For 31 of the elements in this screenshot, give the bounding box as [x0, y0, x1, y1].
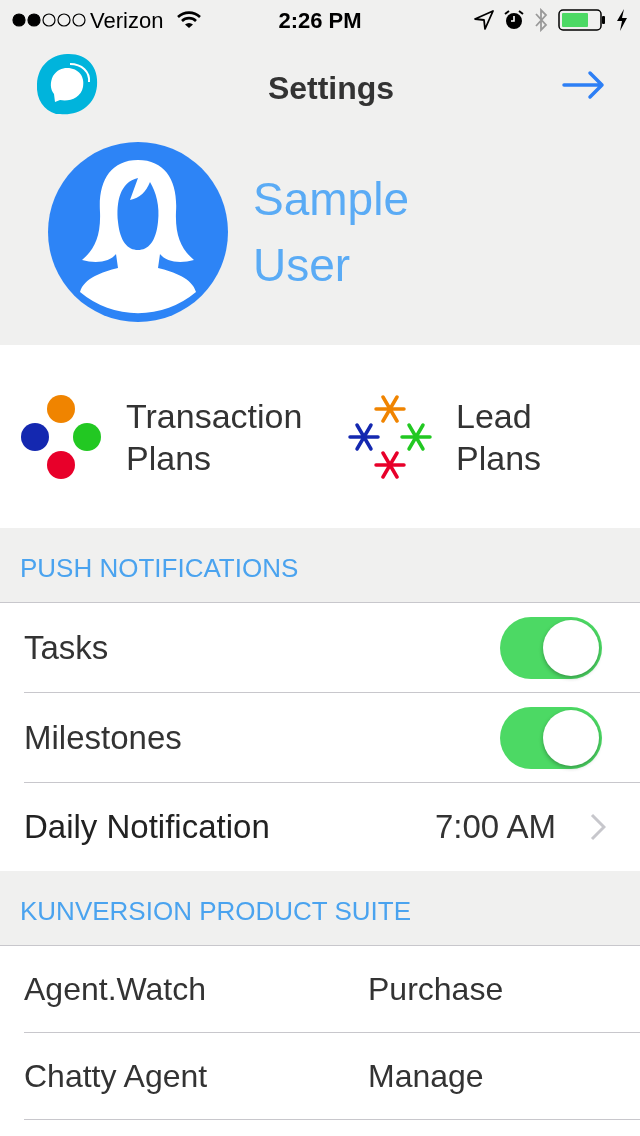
chevron-right-icon [590, 813, 606, 841]
product-label: Agent.Watch [24, 970, 207, 1009]
signal-dots-icon [12, 13, 86, 27]
battery-icon [558, 9, 606, 31]
product-action-link[interactable]: Manage [368, 1052, 484, 1100]
plan-link[interactable]: Lead Plans [348, 394, 542, 479]
settings-row[interactable]: Daily Notification 7:00 AM [24, 783, 640, 871]
alarm-clock-icon [504, 10, 524, 30]
plan-link[interactable]: Transaction Plans [20, 393, 348, 480]
section-header: PUSH NOTIFICATIONS [20, 551, 299, 585]
charging-bolt-icon [616, 9, 628, 31]
setting-label: Milestones [24, 717, 182, 758]
product-action-link[interactable]: Purchase [368, 965, 504, 1013]
setting-value: 7:00 AM [434, 807, 556, 848]
location-arrow-icon [474, 10, 494, 30]
wifi-icon [177, 11, 202, 29]
carrier-name: Verizon [90, 6, 164, 35]
page-title: Settings [266, 69, 396, 108]
colored-asterisks-icon [348, 394, 432, 479]
setting-label: Tasks [24, 627, 109, 668]
colored-dots-icon [20, 393, 102, 480]
product-label: Chatty Agent [24, 1057, 209, 1096]
section-header: KUNVERSION PRODUCT SUITE [20, 894, 411, 928]
toggle-switch[interactable] [500, 706, 602, 769]
arrow-right-icon[interactable] [562, 70, 606, 100]
setting-label: Daily Notification [24, 807, 271, 848]
avatar-icon [48, 141, 228, 322]
bluetooth-icon [534, 8, 548, 32]
profile-name: Sample User [253, 171, 409, 293]
status-time: 2:26 PM [278, 6, 362, 35]
toggle-switch[interactable] [500, 616, 602, 679]
